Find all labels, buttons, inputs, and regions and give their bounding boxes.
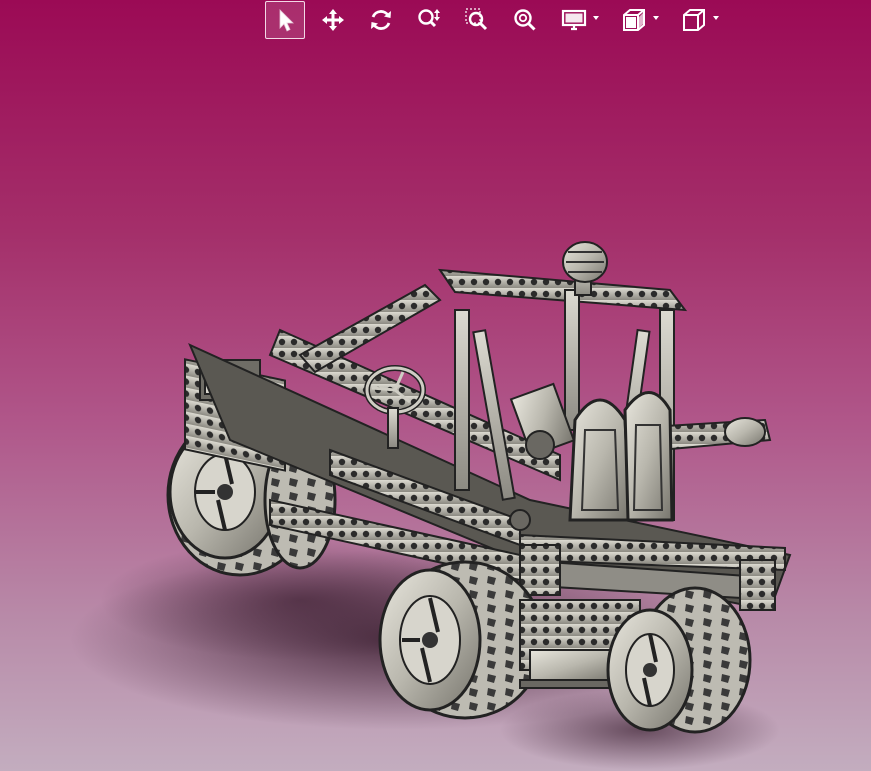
view-toolbar	[265, 0, 733, 40]
model-scene[interactable]	[0, 0, 871, 771]
monitor-icon	[561, 9, 587, 31]
zoom-in-out-button[interactable]	[409, 1, 449, 39]
view-orientation-button[interactable]	[673, 1, 725, 39]
zoom-updown-icon	[418, 9, 440, 28]
cube-view-icon	[683, 9, 705, 31]
chevron-down-icon[interactable]	[593, 16, 599, 20]
zoom-area-button[interactable]	[457, 1, 497, 39]
rotate-icon	[371, 10, 391, 30]
section-view-button[interactable]	[613, 1, 665, 39]
chevron-down-icon[interactable]	[653, 16, 659, 20]
3d-viewport[interactable]	[0, 0, 871, 771]
pointer-arrow-icon	[279, 9, 294, 32]
pan-button[interactable]	[313, 1, 353, 39]
move-arrows-icon	[322, 9, 344, 31]
zoom-fit-icon	[514, 9, 536, 31]
display-style-button[interactable]	[553, 1, 605, 39]
rotate-button[interactable]	[361, 1, 401, 39]
seat[interactable]	[568, 391, 674, 522]
select-button[interactable]	[265, 1, 305, 39]
zoom-fit-button[interactable]	[505, 1, 545, 39]
zoom-area-icon	[465, 8, 488, 31]
section-view-icon	[623, 9, 645, 31]
front-left-wheel[interactable]	[378, 560, 545, 720]
chevron-down-icon[interactable]	[713, 16, 719, 20]
